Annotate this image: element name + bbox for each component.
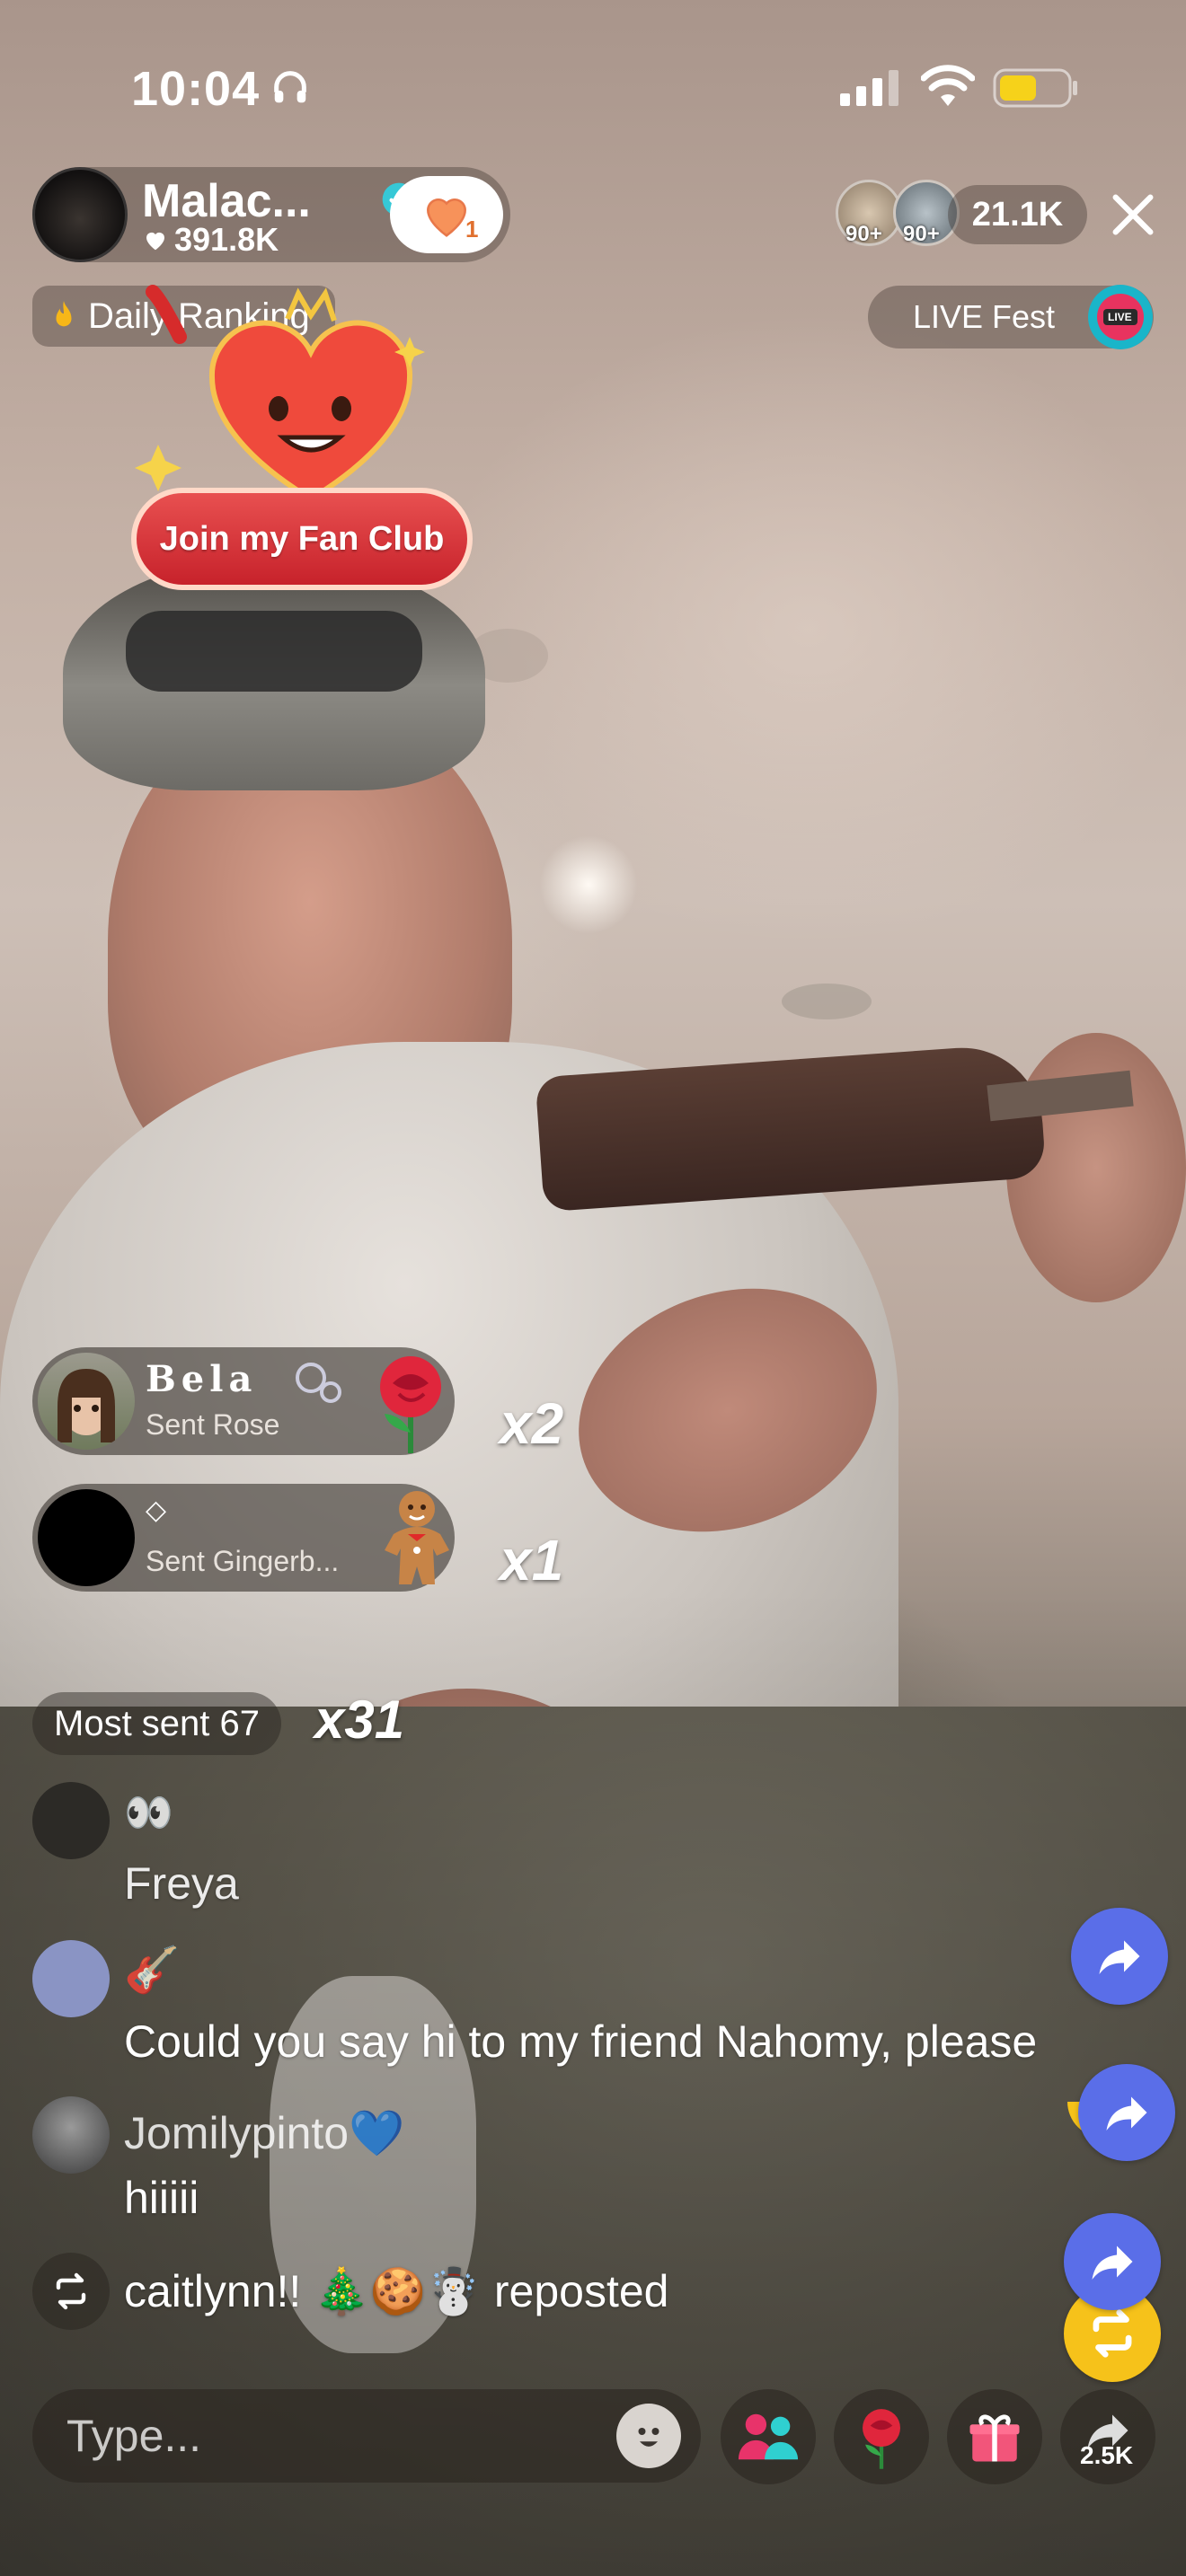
battery-icon xyxy=(993,68,1079,112)
host-likes-count: 391.8K xyxy=(174,221,279,258)
gifter-avatar[interactable] xyxy=(38,1353,135,1450)
host-likes: 391.8K xyxy=(142,221,279,259)
multi-guest-button[interactable] xyxy=(721,2389,816,2484)
gift-multiplier: x2 xyxy=(500,1391,564,1456)
repost-icon xyxy=(1093,2309,1132,2358)
heart-icon xyxy=(146,232,164,251)
commenter-name[interactable]: 👀 xyxy=(124,1789,173,1836)
commenter-name[interactable]: 🎸 xyxy=(124,1944,180,1997)
status-bar: 10:04 xyxy=(0,54,1186,117)
viewer-badge: 90+ xyxy=(903,222,940,246)
repost-avatar xyxy=(32,2253,110,2330)
most-sent-multiplier: x31 xyxy=(314,1689,405,1750)
gift-action: Sent Rose xyxy=(146,1408,280,1441)
viewer-count[interactable]: 21.1K xyxy=(948,185,1087,244)
emoji-button[interactable] xyxy=(616,2404,681,2468)
gifter-name: Bela xyxy=(146,1358,258,1400)
commenter-avatar[interactable] xyxy=(32,1940,110,2017)
share-button[interactable] xyxy=(1078,2064,1175,2161)
share-count: 2.5K xyxy=(1080,2441,1134,2469)
viewer-badge: 90+ xyxy=(845,222,882,246)
multi-guest-icon xyxy=(738,2413,799,2460)
live-fest-icon-text: LIVE xyxy=(1108,311,1132,323)
comment-input[interactable] xyxy=(32,2389,701,2483)
flame-icon xyxy=(56,301,72,327)
comment-text: Could you say hi to my friend Nahomy, pl… xyxy=(124,2016,1038,2067)
fan-club-sticker[interactable]: Join my Fan Club xyxy=(126,283,485,615)
headphones-icon xyxy=(270,66,311,112)
repost-icon xyxy=(56,2272,86,2310)
share-arrow-icon xyxy=(1106,2096,1147,2130)
smiley-icon xyxy=(626,2413,671,2458)
wifi-icon xyxy=(920,65,976,110)
bubble-decor-icon xyxy=(293,1360,343,1409)
most-sent-badge[interactable]: Most sent 67 xyxy=(32,1692,282,1755)
live-fest-icon: LIVE xyxy=(1082,278,1159,364)
commenter-avatar[interactable] xyxy=(32,2096,110,2174)
most-sent-label: Most sent 67 xyxy=(54,1703,261,1743)
commenter-avatar[interactable] xyxy=(32,1782,110,1859)
repost-text: caitlynn!! 🎄🍪☃️ reposted xyxy=(124,2266,669,2316)
share-arrow-icon xyxy=(1099,1940,1140,1974)
comment-text: hiiiii xyxy=(124,2173,199,2223)
commenter-name[interactable]: Jomilypinto💙 xyxy=(124,2107,404,2160)
host-avatar[interactable] xyxy=(32,167,128,262)
live-fest-label: LIVE Fest xyxy=(913,298,1056,335)
live-fest-button[interactable]: LIVE Fest LIVE xyxy=(868,285,1154,349)
share-button[interactable] xyxy=(1064,2213,1161,2310)
gingerbread-gift-icon xyxy=(372,1484,462,1596)
gifter-avatar[interactable] xyxy=(38,1489,135,1586)
status-time: 10:04 xyxy=(131,62,261,116)
share-live-button[interactable] xyxy=(1060,2389,1155,2484)
gift-action: Sent Gingerb... xyxy=(146,1545,340,1577)
gift-box-icon xyxy=(969,2414,1020,2462)
host-name: Malac... xyxy=(142,175,311,227)
gifter-name: ◇ xyxy=(146,1495,173,1526)
host-info-pill[interactable]: Malac... 391.8K 1 xyxy=(32,167,510,262)
rose-gift-button[interactable] xyxy=(834,2389,929,2484)
share-arrow-icon xyxy=(1092,2245,1133,2280)
viewer-avatar[interactable]: 90+ xyxy=(836,180,902,246)
comment-text: Freya xyxy=(124,1858,239,1909)
rose-icon xyxy=(863,2409,900,2469)
fan-heart-button[interactable]: 1 xyxy=(390,176,503,253)
fan-heart-count: 1 xyxy=(465,216,479,243)
rose-gift-icon xyxy=(361,1347,460,1460)
gift-multiplier: x1 xyxy=(500,1528,564,1592)
cellular-signal-icon xyxy=(840,70,899,110)
fan-club-banner[interactable]: Join my Fan Club xyxy=(131,488,473,590)
close-icon[interactable] xyxy=(1107,189,1159,245)
share-button[interactable] xyxy=(1071,1908,1168,2005)
gift-button[interactable] xyxy=(947,2389,1042,2484)
